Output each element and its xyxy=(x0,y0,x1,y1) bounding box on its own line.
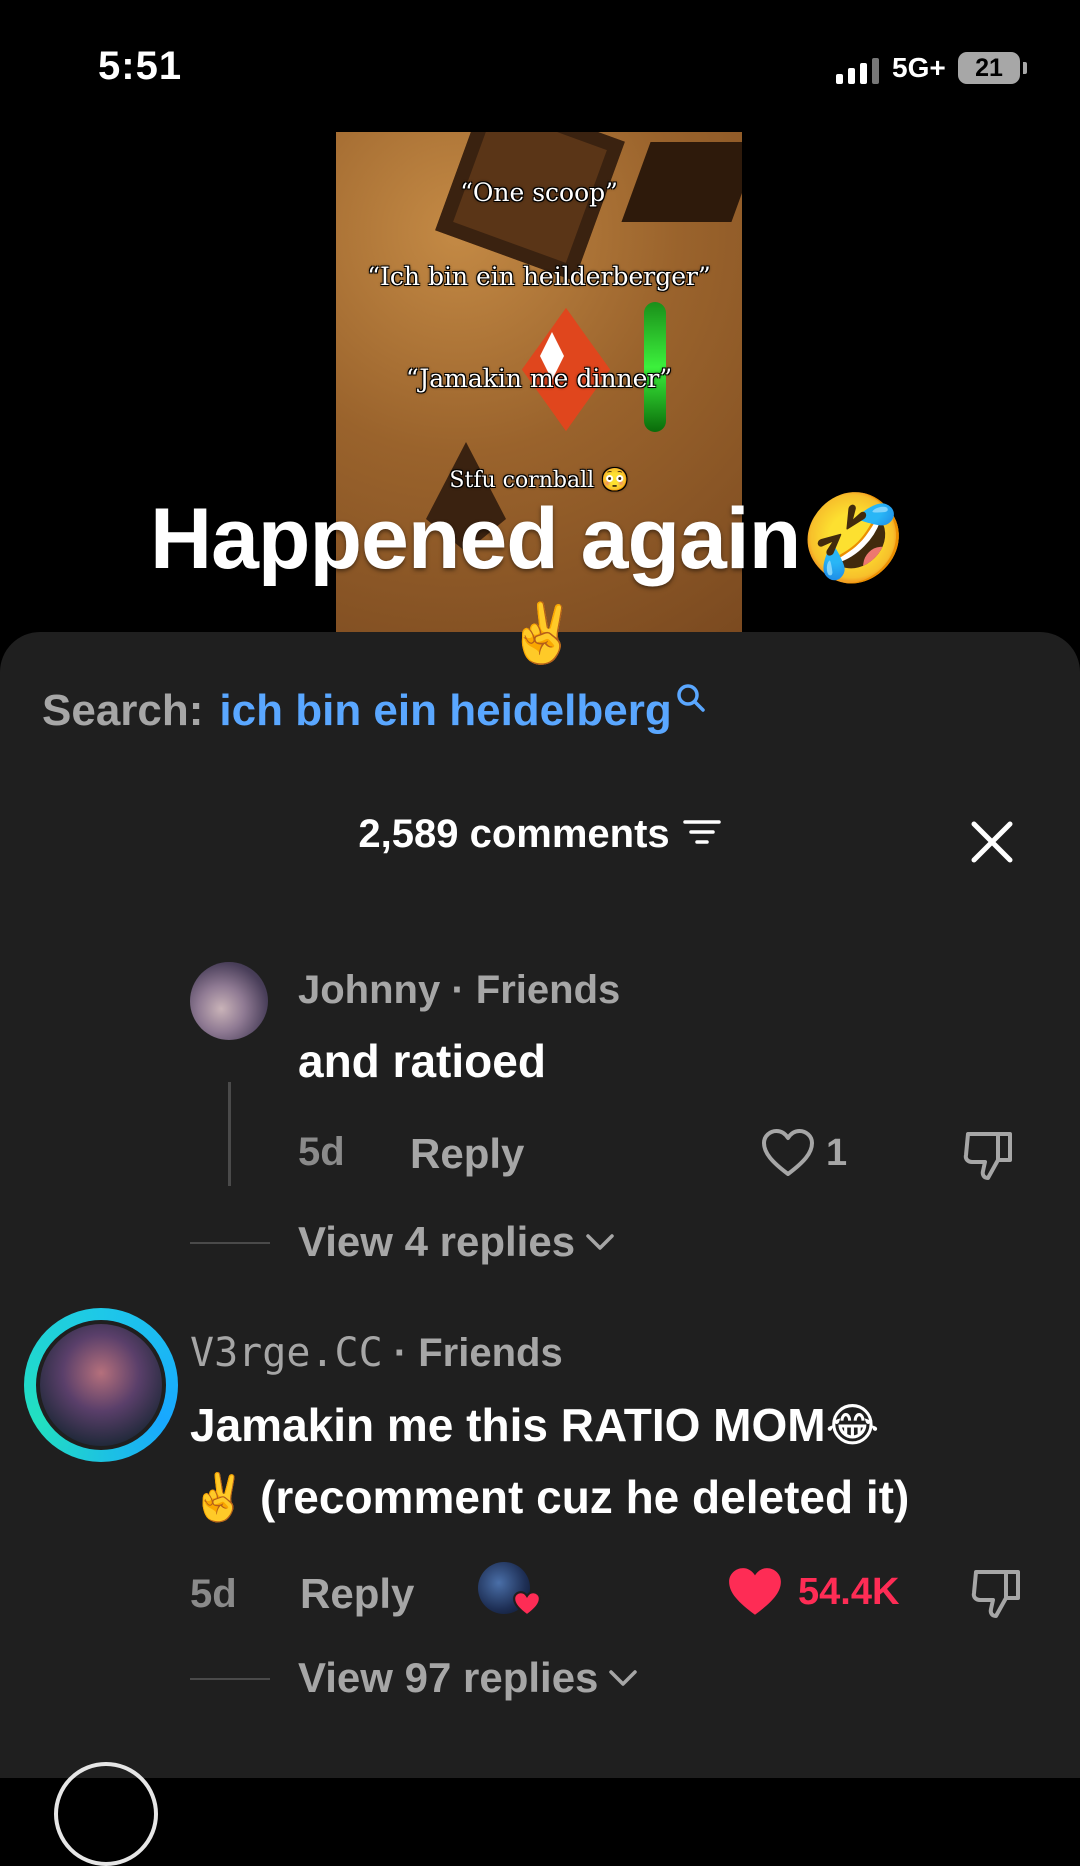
thread-line xyxy=(228,1082,231,1186)
relation-tag: · Friends xyxy=(451,968,621,1012)
avatar[interactable] xyxy=(190,962,268,1040)
search-label: Search: xyxy=(42,686,204,735)
network-type: 5G+ xyxy=(892,52,946,83)
comment-text: and ratioed xyxy=(298,1035,546,1087)
close-icon[interactable] xyxy=(968,818,1016,866)
chevron-down-icon xyxy=(609,1670,638,1686)
comment-text: Jamakin me this RATIO MOM😂 xyxy=(190,1399,880,1451)
chevron-down-icon xyxy=(586,1234,614,1250)
dislike-icon[interactable] xyxy=(960,1128,1018,1189)
comments-header: 2,589 comments xyxy=(0,812,1080,857)
like-button[interactable]: 1 xyxy=(760,1128,847,1178)
video-caption: “Ich bin ein heilderberger” xyxy=(367,262,711,291)
comment-age: 5d xyxy=(190,1572,237,1616)
video-caption: “Jamakin me dinner” xyxy=(405,364,673,393)
search-icon xyxy=(676,674,706,724)
dislike-icon[interactable] xyxy=(968,1566,1026,1627)
username[interactable]: V3rge.CC xyxy=(190,1330,383,1376)
battery-icon: 21 xyxy=(958,52,1020,84)
heart-filled-icon xyxy=(729,1568,781,1615)
like-button[interactable]: 54.4K xyxy=(726,1566,899,1618)
reply-button[interactable]: Reply xyxy=(300,1570,414,1618)
comment-text: ✌️ (recomment cuz he deleted it) xyxy=(190,1471,910,1523)
view-replies-label: View 97 replies xyxy=(298,1654,599,1701)
view-replies-button[interactable]: View 4 replies xyxy=(298,1218,615,1266)
view-replies-button[interactable]: View 97 replies xyxy=(298,1654,638,1702)
divider-line xyxy=(190,1678,270,1680)
battery-tip xyxy=(1023,62,1027,74)
divider-line xyxy=(190,1242,270,1244)
relation-tag: · Friends xyxy=(393,1331,563,1375)
comments-count: 2,589 comments xyxy=(358,812,670,856)
search-suggestion[interactable]: Search: ich bin ein heidelberg xyxy=(42,684,706,736)
like-count: 1 xyxy=(826,1131,848,1174)
status-bar: 5:51 5G+ 21 xyxy=(0,0,1080,130)
username[interactable]: Johnny xyxy=(298,968,440,1012)
reply-button[interactable]: Reply xyxy=(410,1130,524,1178)
heart-outline-icon xyxy=(762,1129,814,1176)
video-caption: “One scoop” xyxy=(460,178,618,207)
comment-age: 5d xyxy=(298,1130,345,1174)
sort-icon[interactable] xyxy=(682,812,722,857)
avatar[interactable] xyxy=(36,1320,166,1450)
like-count: 54.4K xyxy=(798,1570,900,1613)
comment-author[interactable]: Johnny · Friends xyxy=(298,968,620,1013)
comment-author[interactable]: V3rge.CC · Friends xyxy=(190,1330,563,1376)
status-time: 5:51 xyxy=(98,44,183,88)
search-query[interactable]: ich bin ein heidelberg xyxy=(219,686,671,736)
heart-icon xyxy=(512,1590,542,1623)
video-overlay-title: Happened again🤣 xyxy=(150,491,907,587)
signal-icon xyxy=(836,58,879,84)
view-replies-label: View 4 replies xyxy=(298,1218,576,1265)
peace-emoji: ✌️ xyxy=(506,601,579,666)
